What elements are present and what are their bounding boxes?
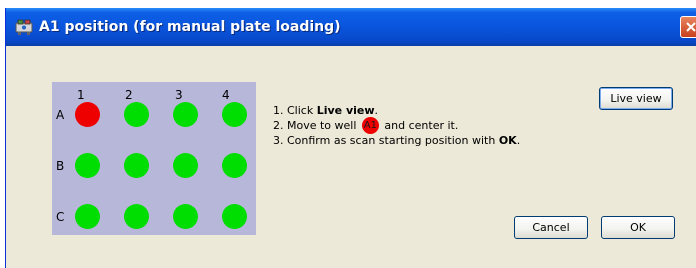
well-a1[interactable] xyxy=(75,102,100,127)
well-c3[interactable] xyxy=(173,204,198,229)
well-a3[interactable] xyxy=(173,102,198,127)
step2-suffix: and center it. xyxy=(380,119,459,132)
column-label-4: 4 xyxy=(222,88,230,102)
instruction-step-2: 2. Move to well A1 and center it. xyxy=(273,116,520,134)
well-a4[interactable] xyxy=(222,102,247,127)
row-label-a: A xyxy=(56,108,65,122)
column-label-2: 2 xyxy=(125,88,133,102)
app-icon xyxy=(15,18,33,36)
instructions: 1. Click Live view. 2. Move to well A1 a… xyxy=(273,103,520,148)
well-b3[interactable] xyxy=(173,153,198,178)
row-label-c: C xyxy=(56,210,65,224)
cancel-button[interactable]: Cancel xyxy=(514,216,588,239)
well-a2[interactable] xyxy=(124,102,149,127)
step1-prefix: 1. Click xyxy=(273,104,317,117)
row-label-b: B xyxy=(56,159,65,173)
step3-suffix: . xyxy=(516,134,521,147)
well-c2[interactable] xyxy=(124,204,149,229)
column-label-3: 3 xyxy=(175,88,183,102)
well-a1-badge: A1 xyxy=(361,116,379,134)
dialog-window: A1 position (for manual plate loading) 1… xyxy=(5,8,696,268)
step3-prefix: 3. Confirm as scan starting position wit… xyxy=(273,134,499,147)
step1-bold: Live view xyxy=(316,104,375,117)
well-c4[interactable] xyxy=(222,204,247,229)
instruction-step-1: 1. Click Live view. xyxy=(273,103,520,118)
column-label-1: 1 xyxy=(77,88,85,102)
close-icon xyxy=(686,22,696,32)
instruction-step-3: 3. Confirm as scan starting position wit… xyxy=(273,133,520,148)
step1-suffix: . xyxy=(374,104,379,117)
well-plate: 1 2 3 4 A B C xyxy=(52,82,256,235)
step3-bold: OK xyxy=(498,134,517,147)
well-b2[interactable] xyxy=(124,153,149,178)
title-bar[interactable]: A1 position (for manual plate loading) xyxy=(6,8,696,46)
ok-button[interactable]: OK xyxy=(601,216,675,239)
close-button[interactable] xyxy=(680,16,696,38)
well-b4[interactable] xyxy=(222,153,247,178)
well-c1[interactable] xyxy=(75,204,100,229)
step2-prefix: 2. Move to well xyxy=(273,119,360,132)
well-b1[interactable] xyxy=(75,153,100,178)
live-view-button[interactable]: Live view xyxy=(599,87,673,110)
window-title: A1 position (for manual plate loading) xyxy=(39,19,341,35)
